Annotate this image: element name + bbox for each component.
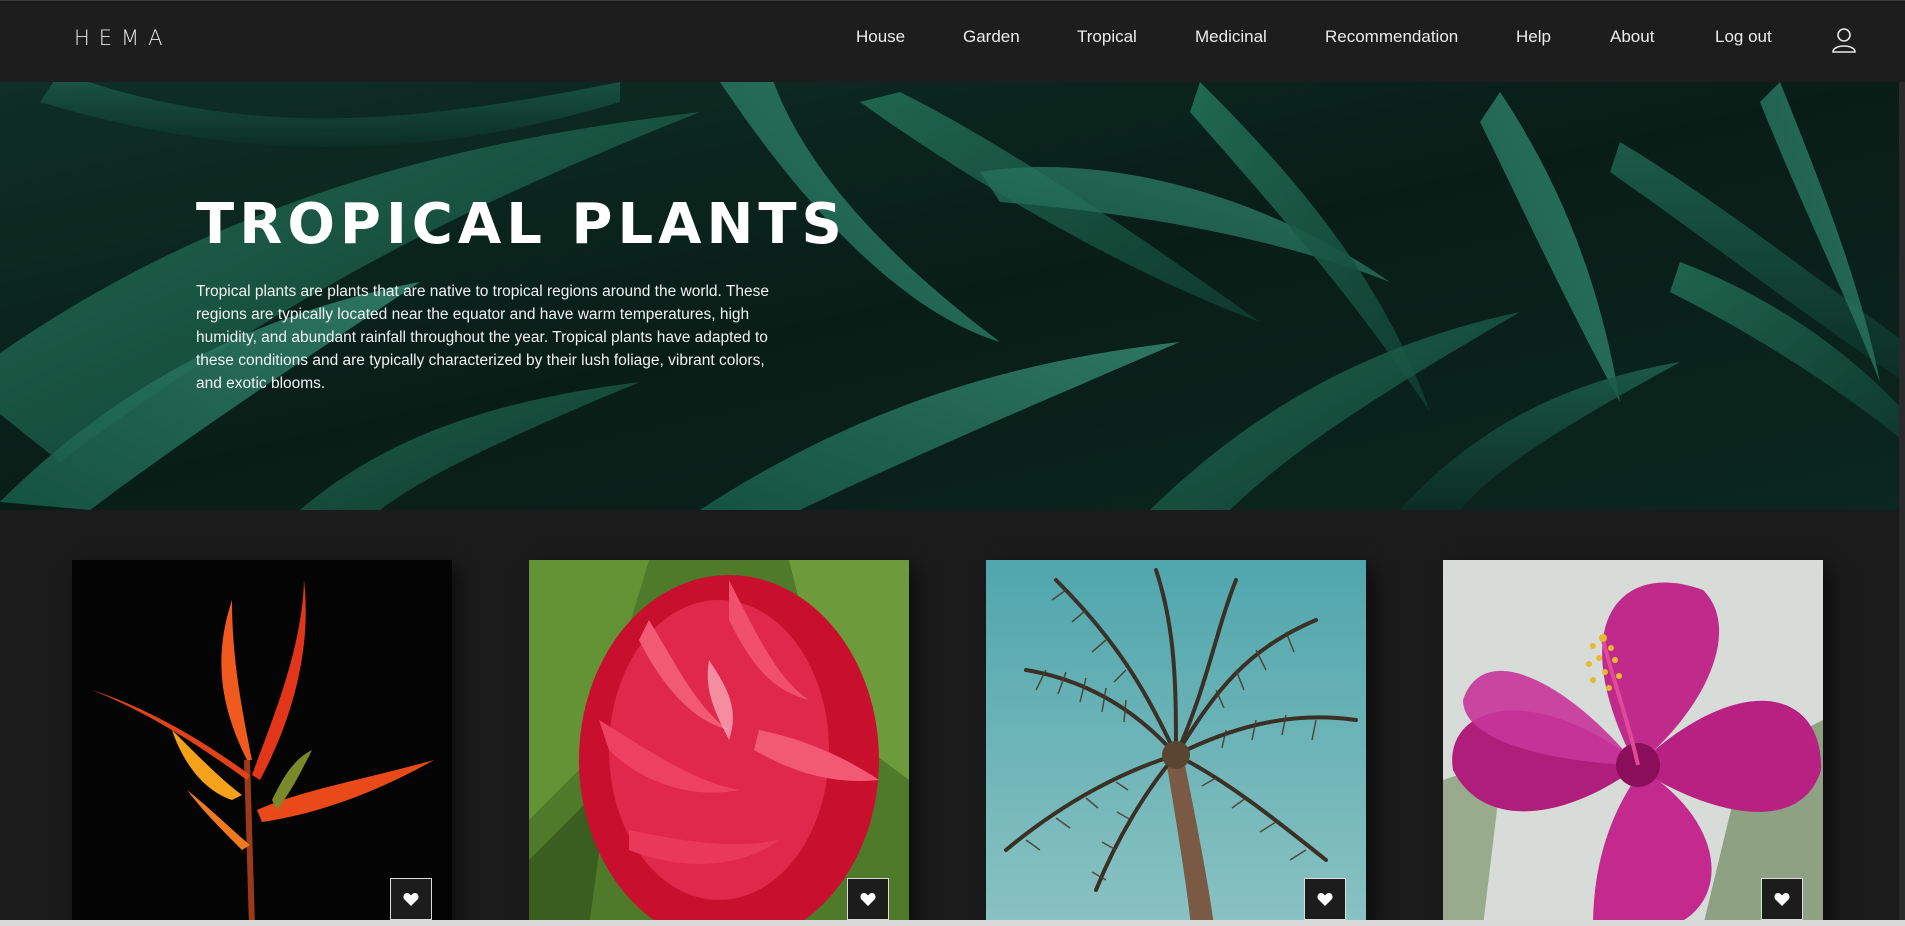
heart-icon [403, 893, 419, 906]
hero-description: Tropical plants are plants that are nati… [196, 283, 769, 392]
nav-item-house[interactable]: House [856, 27, 905, 47]
nav-item-about[interactable]: About [1610, 27, 1654, 47]
plant-card[interactable] [986, 560, 1366, 926]
plant-card[interactable] [72, 560, 452, 926]
heart-icon [1774, 893, 1790, 906]
nav-item-tropical[interactable]: Tropical [1077, 27, 1137, 47]
heart-icon [1317, 893, 1333, 906]
palm-tree-image [986, 560, 1366, 926]
nav-item-help[interactable]: Help [1516, 27, 1551, 47]
plant-card[interactable] [1443, 560, 1823, 926]
hero-banner: TROPICAL PLANTS Tropical plants are plan… [0, 82, 1905, 510]
page: HEMA House Garden Tropical Medicinal Rec… [0, 0, 1905, 926]
user-icon[interactable] [1831, 27, 1857, 53]
plant-card[interactable] [529, 560, 909, 926]
nav-item-medicinal[interactable]: Medicinal [1195, 27, 1267, 47]
nav-item-garden[interactable]: Garden [963, 27, 1020, 47]
bird-of-paradise-image [72, 560, 452, 926]
red-ginger-image [529, 560, 909, 926]
favorite-button[interactable] [847, 878, 889, 920]
brand-logo[interactable]: HEMA [74, 26, 172, 50]
favorite-button[interactable] [390, 878, 432, 920]
top-navbar: HEMA House Garden Tropical Medicinal Rec… [0, 0, 1905, 82]
hibiscus-image [1443, 560, 1823, 926]
nav-item-recommendation[interactable]: Recommendation [1325, 27, 1458, 47]
favorite-button[interactable] [1761, 878, 1803, 920]
heart-icon [860, 893, 876, 906]
favorite-button[interactable] [1304, 878, 1346, 920]
scrollbar[interactable] [1899, 82, 1905, 926]
hero-title: TROPICAL PLANTS [196, 192, 847, 257]
nav-item-logout[interactable]: Log out [1715, 27, 1772, 47]
horizontal-scrollbar[interactable] [0, 920, 1905, 926]
